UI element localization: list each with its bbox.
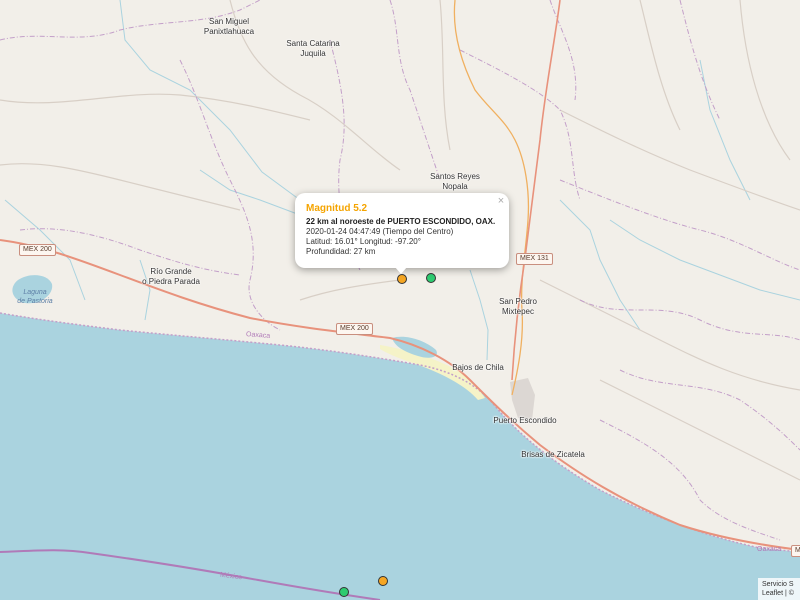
popup-datetime: 2020-01-24 04:47:49 (Tiempo del Centro) bbox=[306, 227, 454, 236]
earthquake-marker-orange[interactable] bbox=[378, 576, 388, 586]
popup-tip bbox=[395, 267, 407, 274]
place-label-san-pedro: San Pedro Mixtepec bbox=[499, 297, 537, 316]
road-shield-mex-131: MEX 131 bbox=[516, 253, 553, 265]
road-shield-mex-200-central: MEX 200 bbox=[336, 323, 373, 335]
attribution-leaflet-link[interactable]: Leaflet | © bbox=[762, 589, 796, 598]
road-shield-east-edge: M bbox=[791, 545, 800, 557]
map-canvas[interactable]: San Miguel Panixtlahuaca Santa Catarina Ju… bbox=[0, 0, 800, 600]
water-label-laguna: Laguna de Pastoria bbox=[17, 289, 53, 305]
place-label-santa-catarina: Santa Catarina Juquila bbox=[286, 39, 340, 58]
attribution-service-text: Servicio S bbox=[762, 581, 794, 588]
place-label-rio-grande: Río Grande o Piedra Parada bbox=[142, 267, 200, 286]
boundary-label-oaxaca-east: Oaxaca bbox=[757, 546, 782, 553]
earthquake-marker-green-offshore[interactable] bbox=[339, 587, 349, 597]
popup-coordinates: Latitud: 16.01° Longitud: -97.20° bbox=[306, 237, 421, 246]
map-tiles bbox=[0, 0, 800, 600]
map-attribution[interactable]: Servicio S Leaflet | © bbox=[758, 578, 800, 600]
close-icon[interactable]: × bbox=[496, 195, 506, 207]
place-label-puerto-escondido: Puerto Escondido bbox=[493, 416, 557, 425]
earthquake-marker-green[interactable] bbox=[426, 273, 436, 283]
place-label-bajos-de-chila: Bajos de Chila bbox=[452, 363, 504, 372]
earthquake-popup: × Magnitud 5.2 22 km al noroeste de PUER… bbox=[295, 193, 509, 274]
earthquake-marker-selected[interactable] bbox=[397, 274, 407, 284]
road-shield-mex-200-west: MEX 200 bbox=[19, 244, 56, 256]
popup-depth: Profundidad: 27 km bbox=[306, 247, 376, 256]
popup-magnitude-title: Magnitud 5.2 bbox=[306, 203, 368, 214]
place-label-brisas-de-zicatela: Brisas de Zicatela bbox=[521, 450, 585, 459]
place-label-san-miguel: San Miguel Panixtlahuaca bbox=[203, 17, 255, 36]
place-label-santos-reyes: Santos Reyes Nopala bbox=[430, 172, 480, 191]
popup-location-description: 22 km al noroeste de PUERTO ESCONDIDO, O… bbox=[306, 217, 496, 226]
